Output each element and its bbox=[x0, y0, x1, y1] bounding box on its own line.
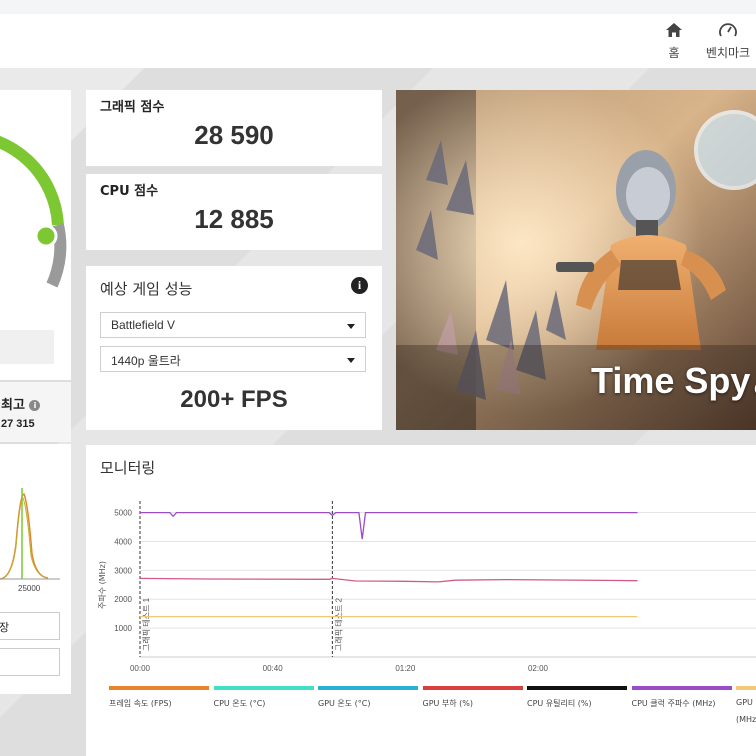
score-gauge bbox=[0, 136, 67, 288]
legend-swatch bbox=[213, 686, 314, 690]
legend-label: GPU 부하 (%) bbox=[422, 699, 474, 708]
save-result-button-label: 장 bbox=[0, 621, 10, 634]
legend-item[interactable]: CPU 유틸리티 (%) bbox=[527, 686, 627, 709]
game-performance-title: 예상 게임 성능 bbox=[100, 280, 193, 298]
home-nav-label: 홈 bbox=[668, 46, 680, 60]
legend-item[interactable]: GPU (MHz bbox=[736, 686, 756, 724]
secondary-action-button[interactable] bbox=[0, 648, 60, 676]
gpu-clock-series bbox=[139, 577, 638, 583]
legend-label: 프레임 속도 (FPS) bbox=[109, 699, 172, 708]
estimated-fps-value: 200+ FPS bbox=[180, 386, 288, 413]
cpu-score-card: CPU 점수 12 885 bbox=[86, 174, 382, 250]
legend-item[interactable]: GPU 부하 (%) bbox=[422, 686, 523, 709]
x-tick-label: 00:40 bbox=[263, 664, 284, 673]
graphics-score-value: 28 590 bbox=[194, 120, 274, 150]
legend-swatch bbox=[527, 686, 627, 690]
cpu-clock-series bbox=[140, 511, 638, 540]
test-marker-label: 그래픽 테스트 2 bbox=[333, 597, 343, 651]
legend-item[interactable]: CPU 온도 (°C) bbox=[213, 686, 314, 709]
legend-swatch bbox=[109, 686, 209, 690]
distribution-tick-label: 25000 bbox=[18, 584, 41, 593]
best-score-value: 27 315 bbox=[1, 418, 35, 430]
resolution-preset-select[interactable]: 1440p 울트라 bbox=[100, 346, 366, 372]
benchmark-hero-image: Time Spy(v bbox=[396, 90, 756, 430]
top-navigation-bar: 홈 벤치마크 bbox=[0, 0, 756, 68]
score-distribution-panel: 25000 장 bbox=[0, 444, 71, 694]
legend-label: GPU bbox=[736, 698, 753, 707]
info-icon[interactable]: i bbox=[29, 400, 41, 411]
hero-title: Time Spy(v bbox=[591, 360, 756, 402]
monitoring-chart: 5000 4000 3000 2000 1000 00:00 00:40 01:20 02:00… bbox=[114, 501, 756, 673]
x-tick-label: 02:00 bbox=[528, 664, 549, 673]
monitoring-title: 모니터링 bbox=[100, 459, 156, 477]
legend-item[interactable]: GPU 온도 (°C) bbox=[318, 686, 418, 709]
y-axis-label: 주파수 (MHz) bbox=[98, 561, 107, 609]
graphics-score-card: 그래픽 점수 28 590 bbox=[86, 90, 382, 166]
save-result-button[interactable]: 장 bbox=[0, 612, 60, 640]
hero-title-text: Time Spy bbox=[591, 360, 751, 401]
cpu-score-label: CPU 점수 bbox=[100, 184, 159, 199]
legend-label: CPU 온도 (°C) bbox=[213, 699, 266, 708]
x-tick-label: 00:00 bbox=[130, 664, 151, 673]
legend-item[interactable]: 프레임 속도 (FPS) bbox=[109, 686, 209, 709]
test-marker-label: 그래픽 테스트 1 bbox=[141, 597, 151, 651]
legend-swatch bbox=[318, 686, 418, 690]
game-select-value: Battlefield V bbox=[111, 318, 176, 332]
legend-label: CPU 유틸리티 (%) bbox=[527, 699, 592, 708]
best-score-panel: 최고 i 27 315 bbox=[0, 382, 71, 442]
game-performance-card: 예상 게임 성능 i Battlefield V 1440p 울트라 200+ … bbox=[86, 266, 382, 430]
overall-score-panel bbox=[0, 90, 71, 380]
benchmark-nav-label: 벤치마크 bbox=[705, 46, 751, 60]
legend-swatch bbox=[631, 686, 732, 690]
legend-label: CPU 클럭 주파수 (MHz) bbox=[631, 699, 716, 708]
graphics-score-label: 그래픽 점수 bbox=[100, 100, 165, 115]
best-score-label: 최고 bbox=[1, 398, 25, 413]
cpu-score-value: 12 885 bbox=[194, 204, 274, 234]
chevron-down-icon bbox=[347, 324, 355, 329]
x-tick-label: 01:20 bbox=[395, 664, 416, 673]
benchmark-nav-button[interactable]: 벤치마크 bbox=[698, 22, 756, 61]
home-icon bbox=[666, 23, 682, 37]
gauge-caption-box bbox=[0, 330, 54, 364]
y-tick-label: 4000 bbox=[114, 537, 132, 546]
legend-label-unit: (MHz bbox=[736, 715, 756, 724]
legend-swatch bbox=[736, 686, 756, 690]
y-tick-label: 5000 bbox=[114, 509, 132, 518]
speedometer-icon bbox=[719, 23, 737, 37]
y-tick-label: 3000 bbox=[114, 566, 132, 575]
legend-label: GPU 온도 (°C) bbox=[318, 699, 371, 708]
home-nav-button[interactable]: 홈 bbox=[644, 22, 704, 61]
chevron-down-icon bbox=[347, 358, 355, 363]
legend-swatch bbox=[422, 686, 523, 690]
y-tick-label: 1000 bbox=[114, 624, 132, 633]
legend-item[interactable]: CPU 클럭 주파수 (MHz) bbox=[631, 686, 732, 709]
info-icon[interactable]: i bbox=[351, 277, 368, 294]
game-select[interactable]: Battlefield V bbox=[100, 312, 366, 338]
monitoring-card: 모니터링 5000 4000 3000 2000 1000 00:00 00:40 01:20… bbox=[86, 445, 756, 756]
gauge-knob bbox=[34, 224, 58, 248]
preset-select-value: 1440p 울트라 bbox=[111, 354, 181, 368]
score-distribution-chart bbox=[0, 488, 60, 580]
y-tick-label: 2000 bbox=[114, 595, 132, 604]
